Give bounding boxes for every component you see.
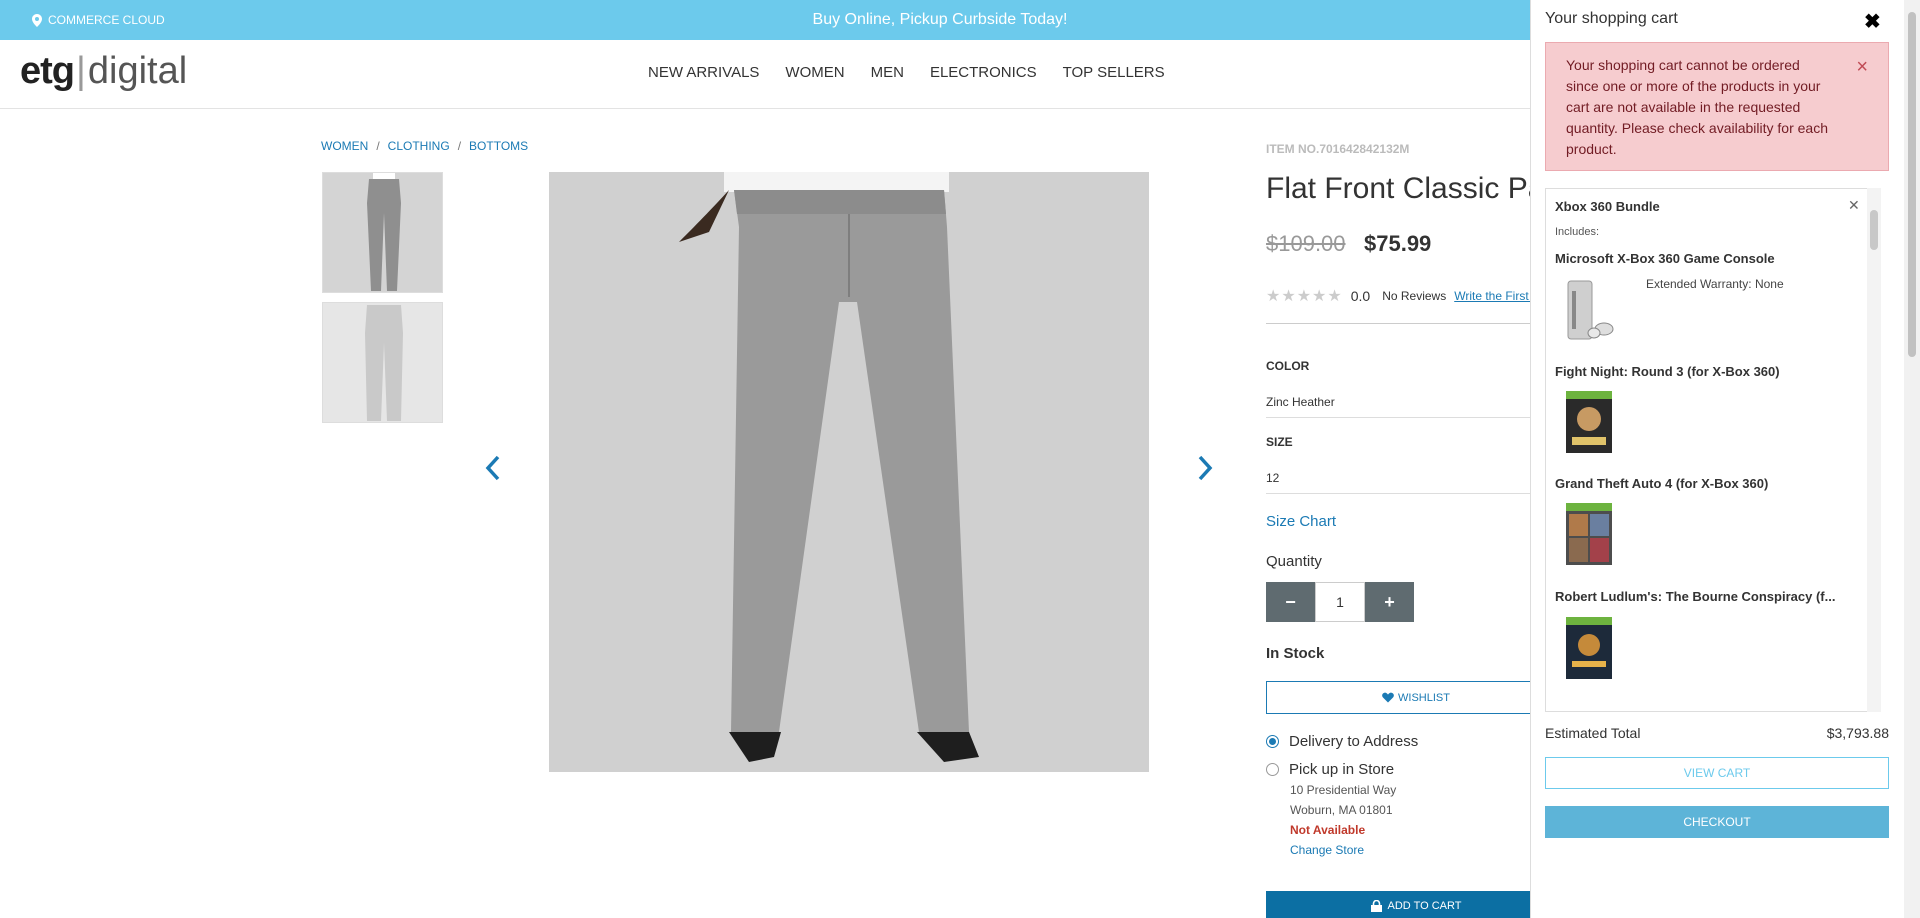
pants-front-thumbnail — [323, 173, 442, 292]
bundle-item-name: Fight Night: Round 3 (for X-Box 360) — [1555, 364, 1780, 379]
nav-new-arrivals[interactable]: NEW ARRIVALS — [648, 64, 759, 81]
logo-brand: etg — [20, 50, 75, 92]
warranty-detail: Extended Warranty: None — [1646, 277, 1784, 291]
store-availability: Not Available — [1290, 823, 1366, 837]
product-title: Flat Front Classic Pants — [1266, 172, 1531, 205]
breadcrumb-separator: / — [457, 139, 462, 153]
pickup-option[interactable]: Pick up in Store — [1266, 761, 1394, 778]
bundle-item-name: Grand Theft Auto 4 (for X-Box 360) — [1555, 476, 1769, 491]
alert-message: Your shopping cart cannot be ordered sin… — [1566, 57, 1828, 157]
quantity-decrease-button[interactable]: − — [1266, 582, 1315, 622]
remove-item-icon[interactable]: ✕ — [1848, 197, 1860, 214]
scrollbar-thumb[interactable] — [1870, 210, 1878, 250]
main-nav: NEW ARRIVALS WOMEN MEN ELECTRONICS TOP S… — [648, 64, 1165, 81]
sale-price: $75.99 — [1364, 231, 1432, 256]
size-select[interactable]: 12 — [1266, 471, 1531, 494]
item-number: ITEM NO.701642842132M — [1266, 142, 1410, 156]
chevron-right-icon — [1198, 455, 1213, 481]
store-address-line1: 10 Presidential Way — [1290, 783, 1397, 797]
page-scrollbar[interactable] — [1904, 0, 1920, 918]
wishlist-label: WISHLIST — [1398, 691, 1450, 704]
cart-close-button[interactable]: ✖ — [1864, 9, 1881, 34]
close-icon: ✖ — [1864, 11, 1881, 33]
bourne-cover-image — [1564, 615, 1614, 681]
delivery-radio[interactable] — [1266, 735, 1279, 748]
image-prev-arrow[interactable] — [484, 455, 502, 489]
add-to-cart-label: ADD TO CART — [1387, 900, 1462, 912]
quantity-increase-button[interactable]: + — [1365, 582, 1414, 622]
site-logo[interactable]: etg | digital — [20, 50, 187, 93]
main-product-image — [549, 172, 1149, 772]
view-cart-button[interactable]: VIEW CART — [1545, 757, 1889, 789]
rating-value: 0.0 — [1350, 288, 1371, 304]
nav-electronics[interactable]: ELECTRONICS — [930, 64, 1037, 81]
estimated-total-label: Estimated Total — [1545, 725, 1641, 741]
star-rating-icon: ★★★★★ — [1266, 288, 1343, 305]
store-address-line2: Woburn, MA 01801 — [1290, 803, 1393, 817]
divider — [1266, 323, 1531, 324]
breadcrumb-women[interactable]: WOMEN — [321, 139, 368, 153]
xbox-console-image — [1564, 277, 1614, 343]
checkout-button[interactable]: CHECKOUT — [1545, 806, 1889, 838]
page-scrollbar-thumb[interactable] — [1908, 12, 1916, 357]
lock-icon — [1370, 900, 1382, 912]
estimated-total-value: $3,793.88 — [1826, 725, 1889, 741]
bundle-includes-label: Includes: — [1555, 226, 1600, 238]
logo-suffix: digital — [87, 50, 188, 92]
color-select[interactable]: Zinc Heather — [1266, 395, 1531, 418]
product-details: ITEM NO.701642842132M Flat Front Classic… — [1266, 0, 1531, 918]
cart-title: Your shopping cart — [1545, 10, 1678, 27]
size-chart-link[interactable]: Size Chart — [1266, 513, 1336, 530]
cart-error-alert: Your shopping cart cannot be ordered sin… — [1545, 42, 1889, 171]
delivery-label: Delivery to Address — [1289, 733, 1419, 750]
breadcrumb-separator: / — [376, 139, 380, 153]
pickup-radio[interactable] — [1266, 763, 1279, 776]
chevron-left-icon — [485, 455, 500, 481]
cart-items-scrollbar[interactable] — [1867, 188, 1881, 712]
image-next-arrow[interactable] — [1196, 455, 1214, 489]
rating-row: ★★★★★ 0.0 No Reviews Write the First Rev… — [1266, 286, 1531, 306]
size-label: SIZE — [1266, 435, 1293, 449]
review-count: No Reviews — [1382, 289, 1447, 303]
pants-back-thumbnail — [323, 303, 442, 422]
bundle-title: Xbox 360 Bundle — [1555, 199, 1660, 214]
quantity-stepper: − 1 + — [1266, 582, 1414, 622]
cart-items-list: Xbox 360 Bundle ✕ Includes: Microsoft X-… — [1545, 188, 1869, 712]
breadcrumb-clothing[interactable]: CLOTHING — [388, 139, 450, 153]
breadcrumb-bottoms[interactable]: BOTTOMS — [469, 139, 528, 153]
color-label: COLOR — [1266, 359, 1310, 373]
alert-close-icon[interactable]: × — [1856, 57, 1868, 78]
bundle-item-name: Robert Ludlum's: The Bourne Conspiracy (… — [1555, 589, 1836, 604]
product-thumbnail-1[interactable] — [322, 172, 443, 293]
nav-men[interactable]: MEN — [871, 64, 904, 81]
quantity-input[interactable]: 1 — [1315, 582, 1365, 622]
pickup-label: Pick up in Store — [1289, 761, 1395, 778]
mini-cart-panel: Your shopping cart ✖ Your shopping cart … — [1530, 0, 1920, 918]
breadcrumb: WOMEN / CLOTHING / BOTTOMS — [321, 139, 528, 153]
nav-top-sellers[interactable]: TOP SELLERS — [1063, 64, 1165, 81]
quantity-label: Quantity — [1266, 553, 1322, 570]
stock-status: In Stock — [1266, 645, 1325, 662]
original-price: $109.00 — [1266, 231, 1346, 256]
nav-women[interactable]: WOMEN — [785, 64, 844, 81]
logo-separator: | — [76, 50, 86, 92]
change-store-link[interactable]: Change Store — [1290, 843, 1364, 857]
gta4-cover-image — [1564, 501, 1614, 567]
delivery-option[interactable]: Delivery to Address — [1266, 733, 1418, 750]
write-review-link[interactable]: Write the First Review — [1454, 289, 1531, 303]
fight-night-cover-image — [1564, 389, 1614, 455]
pants-illustration — [549, 172, 1149, 772]
product-thumbnail-2[interactable] — [322, 302, 443, 423]
bundle-item-name: Microsoft X-Box 360 Game Console — [1555, 251, 1775, 266]
add-to-cart-button[interactable]: ADD TO CART — [1266, 891, 1531, 918]
heart-icon — [1382, 692, 1394, 703]
wishlist-button[interactable]: WISHLIST — [1266, 681, 1531, 714]
